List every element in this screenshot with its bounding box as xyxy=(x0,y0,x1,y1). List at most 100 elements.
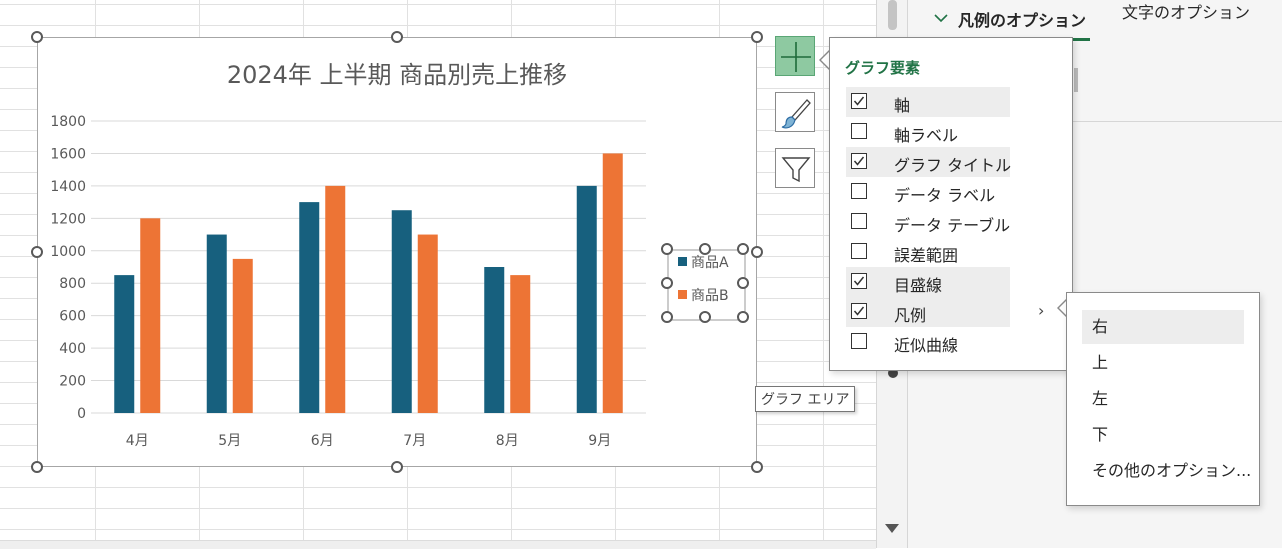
bar-series-1[interactable] xyxy=(576,185,597,413)
bar-series-2[interactable] xyxy=(232,258,253,413)
x-tick-label: 4月 xyxy=(126,433,149,449)
chart-elements-title: グラフ要素 xyxy=(845,59,921,77)
scrollbar-thumb[interactable] xyxy=(888,0,897,30)
checkbox-checked[interactable] xyxy=(851,273,867,289)
legend-entry[interactable]: 商品A xyxy=(691,255,729,271)
bar-series-2[interactable] xyxy=(417,234,438,413)
y-tick-label: 800 xyxy=(59,276,86,292)
chart-elements-button[interactable] xyxy=(775,36,815,76)
legend-position-option[interactable]: 上 xyxy=(1082,346,1244,380)
legend-swatch xyxy=(678,290,687,299)
legend-position-option[interactable]: その他のオプション... xyxy=(1082,454,1251,488)
x-tick-label: 8月 xyxy=(496,433,519,449)
chart-element-label: データ テーブル xyxy=(894,216,1011,235)
checkmark-icon xyxy=(853,156,865,166)
legend[interactable]: 商品A 商品B xyxy=(678,255,729,304)
gridlines xyxy=(91,120,646,414)
chart-element-item[interactable]: 軸 xyxy=(846,87,1010,117)
chevron-down-icon xyxy=(934,11,948,27)
resize-handle[interactable] xyxy=(391,31,403,43)
y-tick-label: 1200 xyxy=(50,211,86,227)
legend-swatch xyxy=(678,257,687,266)
bar-series-2[interactable] xyxy=(140,218,161,413)
checkbox-unchecked[interactable] xyxy=(851,213,867,229)
resize-handle[interactable] xyxy=(391,461,403,473)
resize-handle[interactable] xyxy=(31,461,43,473)
resize-handle[interactable] xyxy=(31,31,43,43)
tab-legend-options[interactable]: 凡例のオプション xyxy=(934,0,1091,41)
chart-element-label: 近似曲線 xyxy=(894,336,959,355)
bar-series-1[interactable] xyxy=(391,210,412,413)
x-tick-label: 7月 xyxy=(403,433,426,449)
pane-toolbar-mark xyxy=(1074,68,1078,92)
y-tick-label: 1600 xyxy=(50,146,86,162)
bar-series-1[interactable] xyxy=(299,202,320,413)
resize-handle[interactable] xyxy=(751,246,763,258)
legend-resize-handle[interactable] xyxy=(737,311,749,323)
bar-series-1[interactable] xyxy=(114,275,135,413)
tab-text-options[interactable]: 文字のオプション xyxy=(1122,0,1250,28)
chart-element-label: 軸 xyxy=(894,96,911,115)
legend-position-option[interactable]: 右 xyxy=(1082,310,1244,344)
checkbox-unchecked[interactable] xyxy=(851,333,867,349)
chart-filters-button[interactable] xyxy=(775,148,815,188)
chart-element-item[interactable]: 軸ラベル xyxy=(846,117,1010,147)
checkbox-checked[interactable] xyxy=(851,153,867,169)
checkbox-unchecked[interactable] xyxy=(851,183,867,199)
x-axis-tick-labels: 4月 5月 6月 7月 8月 9月 xyxy=(126,433,611,449)
y-tick-label: 0 xyxy=(77,406,86,422)
legend-entry[interactable]: 商品B xyxy=(691,288,729,304)
chart-element-label: グラフ タイトル xyxy=(894,156,1012,175)
checkbox-unchecked[interactable] xyxy=(851,123,867,139)
y-tick-label: 600 xyxy=(59,309,86,325)
checkbox-checked[interactable] xyxy=(851,93,867,109)
legend-position-option[interactable]: 左 xyxy=(1082,382,1244,416)
checkbox-checked[interactable] xyxy=(851,303,867,319)
bar-series-1[interactable] xyxy=(484,267,505,413)
y-tick-label: 400 xyxy=(59,341,86,357)
x-tick-label: 5月 xyxy=(218,433,241,449)
chart-element-item[interactable]: 誤差範囲 xyxy=(846,237,1010,267)
chart-element-label: 目盛線 xyxy=(894,276,943,295)
checkbox-unchecked[interactable] xyxy=(851,243,867,259)
x-tick-label: 6月 xyxy=(311,433,334,449)
y-tick-label: 200 xyxy=(59,374,86,390)
resize-handle[interactable] xyxy=(31,246,43,258)
chart-element-item[interactable]: グラフ タイトル xyxy=(846,147,1012,177)
chevron-right-icon[interactable]: › xyxy=(1038,301,1044,320)
bar-series-2[interactable] xyxy=(325,185,346,413)
plus-icon xyxy=(781,42,811,72)
chart-element-item[interactable]: 目盛線 xyxy=(846,267,1010,297)
legend-position-option[interactable]: 下 xyxy=(1082,418,1244,452)
legend-resize-handle[interactable] xyxy=(661,243,673,255)
scroll-down-arrow-icon[interactable] xyxy=(885,524,899,533)
bar-series-2[interactable] xyxy=(602,153,623,413)
bar-series-1[interactable] xyxy=(206,234,227,413)
chart-area-tooltip: グラフ エリア xyxy=(755,386,856,412)
y-tick-label: 1000 xyxy=(50,244,86,260)
resize-handle[interactable] xyxy=(751,31,763,43)
checkmark-icon xyxy=(853,276,865,286)
x-tick-label: 9月 xyxy=(588,433,611,449)
bar-series-2[interactable] xyxy=(510,275,531,413)
tab-legend-options-label: 凡例のオプション xyxy=(958,11,1087,30)
chart-styles-button[interactable] xyxy=(775,92,815,132)
chart-title[interactable]: 2024年 上半期 商品別売上推移 xyxy=(227,61,567,89)
legend-resize-handle[interactable] xyxy=(699,243,711,255)
legend-resize-handle[interactable] xyxy=(699,311,711,323)
chart-element-item[interactable]: データ テーブル xyxy=(846,207,1010,237)
legend-resize-handle[interactable] xyxy=(737,277,749,289)
filter-icon xyxy=(781,157,811,183)
chart-element-item[interactable]: 近似曲線 xyxy=(846,327,1010,357)
chart-element-item[interactable]: データ ラベル xyxy=(846,177,1010,207)
y-axis-tick-labels: 0 200 400 600 800 1000 1200 1400 1600 1800 xyxy=(50,114,86,422)
legend-resize-handle[interactable] xyxy=(661,311,673,323)
y-tick-label: 1400 xyxy=(50,179,86,195)
checkmark-icon xyxy=(853,96,865,106)
chart-element-item[interactable]: 凡例 xyxy=(846,297,1010,327)
legend-resize-handle[interactable] xyxy=(661,277,673,289)
y-tick-label: 1800 xyxy=(50,114,86,130)
legend-resize-handle[interactable] xyxy=(737,243,749,255)
resize-handle[interactable] xyxy=(751,461,763,473)
chart-area[interactable]: 2024年 上半期 商品別売上推移 0 200 400 600 800 1000 1200 1… xyxy=(37,37,757,467)
